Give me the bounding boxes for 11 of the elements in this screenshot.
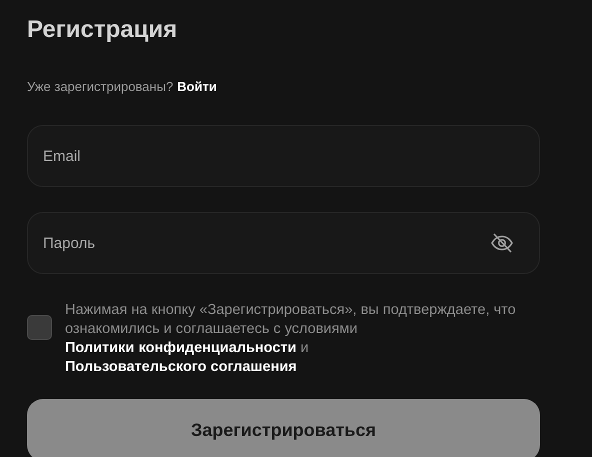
login-link[interactable]: Войти [177,78,217,96]
policy-link[interactable]: Политики [65,340,134,356]
page-title: Регистрация [27,15,178,45]
password-field[interactable]: Пароль [27,212,540,274]
consent-text: Нажимая на кнопку «Зарегистрироваться», вы подтверждаете, что ознакомились и соглашаетесь с условиями Политики конфиденциальности и Пользовательского соглашения [65,301,517,377]
consent-checkbox[interactable] [27,315,52,340]
policy-link[interactable]: конфиденциальности [138,340,296,356]
eye-slash-icon[interactable] [490,231,514,255]
login-prompt: Уже зарегистрированы? [27,78,174,96]
policy-link[interactable]: Пользовательского соглашения [65,359,297,375]
email-field[interactable]: Email [27,125,540,187]
